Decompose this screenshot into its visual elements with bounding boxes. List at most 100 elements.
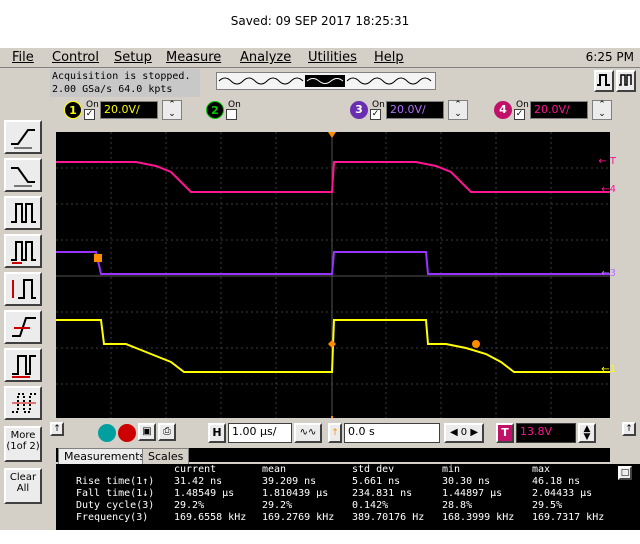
channel-3-trace <box>56 251 610 275</box>
clock: 6:25 PM <box>585 50 634 64</box>
rising-edge-icon <box>11 129 35 149</box>
value-max: 46.18 ns <box>532 476 581 487</box>
horizontal-control-bar: ↑ ▣ ⎙ H 1.00 µs/ ∿∿ ↑ 0.0 s ◀ 0 ▶ T 13.8… <box>48 418 640 448</box>
record-icon[interactable] <box>118 424 136 442</box>
channel-3-checkbox[interactable]: ✓ <box>370 109 381 120</box>
tab-measurements[interactable]: Measurements <box>58 448 152 464</box>
value-mean: 169.2769 kHz <box>262 512 335 523</box>
trigger-level-field[interactable]: 13.8V <box>516 423 576 443</box>
channel-2-checkbox[interactable] <box>226 109 237 120</box>
pulse-width-icon <box>11 203 36 223</box>
menu-analyze[interactable]: Analyze <box>240 50 291 65</box>
measurements-table: current mean std dev min max Rise time(1… <box>56 464 640 530</box>
timebase-field[interactable]: 1.00 µs/ <box>228 423 292 443</box>
falling-edge-icon <box>11 167 35 187</box>
single-acquire-icon <box>597 74 610 86</box>
memory-waveform-icon <box>218 75 432 87</box>
value-std-dev: 0.142% <box>352 500 389 511</box>
channel-3-number[interactable]: 3 <box>350 101 368 119</box>
value-std-dev: 234.831 ns <box>352 488 413 499</box>
value-current: 31.42 ns <box>174 476 223 487</box>
menu-measure[interactable]: Measure <box>166 50 221 65</box>
value-current: 1.48549 µs <box>174 488 235 499</box>
channel-3-marker: ←3 <box>601 268 616 279</box>
saved-caption: Saved: 09 SEP 2017 18:25:31 <box>230 14 410 28</box>
tab-scales[interactable]: Scales <box>142 448 190 464</box>
channel-4-marker: ←4 <box>601 184 616 195</box>
header-max: max <box>532 464 551 475</box>
more-label-1: More <box>10 430 36 441</box>
value-mean: 39.209 ns <box>262 476 317 487</box>
scroll-up-right-button[interactable]: ↑ <box>622 422 636 436</box>
save-image-icon[interactable]: ▣ <box>138 423 156 441</box>
duty-cycle-icon <box>12 393 36 413</box>
measurements-close-button[interactable]: □ <box>618 466 632 480</box>
rising-edge-trigger-button[interactable] <box>4 120 42 154</box>
delay-field[interactable]: 0.0 s <box>344 423 440 443</box>
channel-2-number[interactable]: 2 <box>206 101 224 119</box>
value-max: 2.04433 µs <box>532 488 593 499</box>
channel-3-spinner[interactable]: ⌃ ⌄ <box>448 100 468 120</box>
delay-reference-icon[interactable]: ↑ <box>328 423 342 443</box>
amplitude-icon <box>12 279 36 299</box>
timebase-spinner[interactable]: ∿∿ <box>294 423 322 443</box>
cursor-marker-a[interactable] <box>94 254 102 262</box>
value-mean: 29.2% <box>262 500 293 511</box>
measurement-label: Fall time(1↓) <box>76 488 155 499</box>
delay-stepper[interactable]: ◀ 0 ▶ <box>444 423 484 443</box>
value-min: 28.8% <box>442 500 473 511</box>
channel-4-spinner[interactable]: ⌃ ⌄ <box>592 100 612 120</box>
channel-4-number[interactable]: 4 <box>494 101 512 119</box>
menu-setup[interactable]: Setup <box>114 50 152 65</box>
header-std-dev: std dev <box>352 464 395 475</box>
left-toolbar: More (1of 2) Clear All <box>0 68 48 530</box>
clear-all-button[interactable]: Clear All <box>4 468 42 504</box>
falling-edge-trigger-button[interactable] <box>4 158 42 192</box>
period-icon <box>12 355 36 378</box>
waveform-display[interactable]: ← T ←4 ←3 ←1 <box>56 132 616 462</box>
channel-3-scale[interactable]: 20.0V/ <box>386 101 444 119</box>
header-mean: mean <box>262 464 287 475</box>
measure-amplitude-button[interactable] <box>4 272 42 306</box>
trigger-level-spinner[interactable]: ▲ ▼ <box>578 423 596 443</box>
print-icon[interactable]: ⎙ <box>158 423 176 441</box>
waveform-graticule <box>56 132 610 422</box>
color-grade-icon[interactable] <box>98 424 116 442</box>
channel-1-checkbox[interactable]: ✓ <box>84 109 95 120</box>
horizontal-label[interactable]: H <box>208 423 226 443</box>
menu-help[interactable]: Help <box>374 50 404 65</box>
channel-1-scale[interactable]: 20.0V/ <box>100 101 158 119</box>
value-max: 169.7317 kHz <box>532 512 605 523</box>
menu-file[interactable]: File <box>12 50 34 65</box>
memory-bar[interactable] <box>216 72 436 90</box>
measure-rise-button[interactable] <box>4 310 42 344</box>
more-label-2: (1of 2) <box>6 441 40 452</box>
channel-1-spinner[interactable]: ⌃ ⌄ <box>162 100 182 120</box>
channel-4-checkbox[interactable]: ✓ <box>514 109 525 120</box>
menu-utilities[interactable]: Utilities <box>308 50 357 65</box>
channel-1-marker: ←1 <box>601 364 616 375</box>
pulse-width-trigger-button[interactable] <box>4 196 42 230</box>
pulse-width-alt-button[interactable] <box>4 234 42 268</box>
channel-4-scale[interactable]: 20.0V/ <box>530 101 588 119</box>
clear-label-2: All <box>16 483 30 494</box>
header-current: current <box>174 464 217 475</box>
more-button[interactable]: More (1of 2) <box>4 426 42 462</box>
value-max: 29.5% <box>532 500 563 511</box>
value-current: 169.6558 kHz <box>174 512 247 523</box>
menu-bar: File Control Setup Measure Analyze Utili… <box>0 48 640 68</box>
trigger-source-label[interactable]: T <box>496 423 514 443</box>
cursor-marker-b[interactable] <box>472 340 480 348</box>
value-min: 168.3999 kHz <box>442 512 515 523</box>
channel-1-number[interactable]: 1 <box>64 101 82 119</box>
header-min: min <box>442 464 461 475</box>
scope-window: File Control Setup Measure Analyze Utili… <box>0 48 640 530</box>
measurements-panel: Measurements Scales current mean std dev… <box>56 448 640 530</box>
measure-duty-button[interactable] <box>4 386 42 420</box>
run-button[interactable] <box>616 70 636 92</box>
run-stop-button[interactable] <box>594 70 614 92</box>
measure-period-button[interactable] <box>4 348 42 382</box>
pulse-width-alt-icon <box>11 241 36 264</box>
menu-control[interactable]: Control <box>52 50 99 65</box>
scroll-up-left-button[interactable]: ↑ <box>50 422 64 436</box>
